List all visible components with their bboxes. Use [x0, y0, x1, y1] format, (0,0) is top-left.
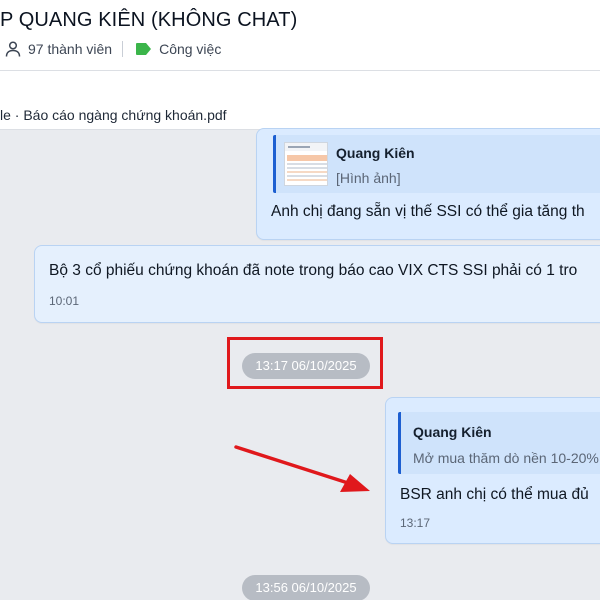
- message-list[interactable]: Quang Kiên [Hình ảnh] Anh chị đang sẵn v…: [0, 128, 600, 600]
- chat-window: P QUANG KIÊN (KHÔNG CHAT) 97 thành viên …: [0, 0, 600, 600]
- reply-author: Quang Kiên: [336, 145, 415, 161]
- annotation-highlight-box: [227, 337, 383, 389]
- pinned-bar[interactable]: le · Báo cáo ngàng chứng khoán.pdf: [0, 71, 600, 130]
- reply-preview: [Hình ảnh]: [336, 170, 401, 186]
- tag-icon: [135, 42, 153, 56]
- group-label[interactable]: Công việc: [159, 41, 221, 57]
- person-icon: [4, 40, 22, 58]
- message-text: Anh chị đang sẵn vị thế SSI có thể gia t…: [271, 203, 585, 220]
- pinned-file-name[interactable]: le · Báo cáo ngàng chứng khoán.pdf: [0, 107, 227, 123]
- reply-quote[interactable]: Quang Kiên Mở mua thăm dò nền 10-20%: [398, 412, 600, 474]
- message-text: BSR anh chị có thể mua đủ: [400, 486, 589, 503]
- annotation-arrow: [234, 445, 370, 492]
- chat-header: P QUANG KIÊN (KHÔNG CHAT) 97 thành viên …: [0, 0, 600, 71]
- reply-preview: Mở mua thăm dò nền 10-20%: [413, 450, 599, 466]
- group-title[interactable]: P QUANG KIÊN (KHÔNG CHAT): [0, 9, 297, 32]
- date-separator: 13:56 06/10/2025: [242, 575, 370, 600]
- meta-divider: [122, 41, 124, 57]
- group-meta: 97 thành viên Công việc: [4, 38, 221, 60]
- message-time: 13:17: [400, 516, 431, 530]
- member-count[interactable]: 97 thành viên: [28, 41, 112, 57]
- message-bubble[interactable]: Bộ 3 cổ phiếu chứng khoán đã note trong …: [34, 245, 600, 323]
- reply-quote[interactable]: Quang Kiên [Hình ảnh]: [273, 135, 600, 193]
- message-bubble[interactable]: Quang Kiên Mở mua thăm dò nền 10-20% BSR…: [385, 397, 600, 544]
- reply-author: Quang Kiên: [413, 424, 492, 440]
- message-bubble[interactable]: Quang Kiên [Hình ảnh] Anh chị đang sẵn v…: [256, 128, 600, 240]
- message-text: Bộ 3 cổ phiếu chứng khoán đã note trong …: [49, 262, 578, 279]
- reply-image-thumbnail[interactable]: [284, 142, 328, 186]
- message-time: 10:01: [49, 294, 80, 308]
